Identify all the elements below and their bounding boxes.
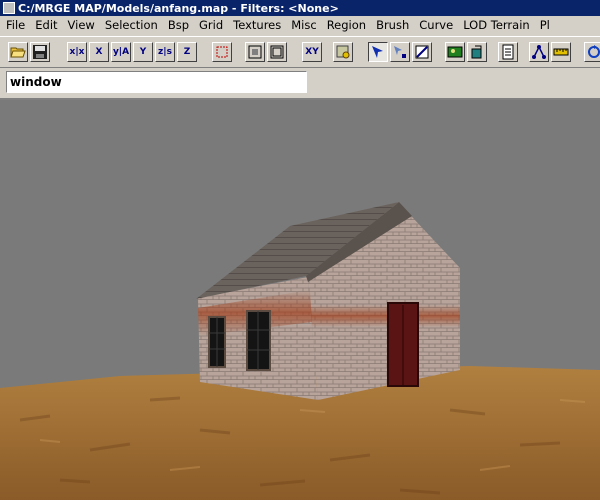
title-bar: C:/MRGE MAP/Models/anfang.map - Filters:… [0,0,600,16]
select-complete-tall-button[interactable] [212,42,232,62]
view-change-icon: XY [305,47,319,57]
flip-y-icon: y|A [112,47,130,57]
select-inside-icon [248,45,262,59]
menu-file[interactable]: File [0,16,30,35]
select-touching-icon [270,45,284,59]
camera-move-button[interactable] [368,42,388,62]
brick-stain-band [308,305,460,327]
save-disk-icon [33,45,47,59]
toolbar: x|x X y|A Y z|s Z XY [0,36,600,68]
menu-textures[interactable]: Textures [228,16,286,35]
menu-edit[interactable]: Edit [30,16,62,35]
clipper-icon [415,45,429,59]
rotate-y-icon: Y [139,47,147,57]
save-button[interactable] [30,42,50,62]
entity-name-bar [0,67,600,97]
menu-view[interactable]: View [63,16,100,35]
drag-vertices-icon [394,46,406,58]
rotate-x-icon: X [95,47,103,57]
menu-plugins[interactable]: Pl [535,16,555,35]
flip-x-button[interactable]: x|x [67,42,87,62]
clipper-button[interactable] [412,42,432,62]
entity-list-icon [502,44,514,60]
select-touching-button[interactable] [267,42,287,62]
rotate-x-button[interactable]: X [89,42,109,62]
flip-z-button[interactable]: z|s [155,42,175,62]
menu-bar: File Edit View Selection Bsp Grid Textur… [0,16,600,35]
cubic-clip-icon [471,45,482,59]
menu-lod-terrain[interactable]: LOD Terrain [458,16,535,35]
menu-misc[interactable]: Misc [286,16,321,35]
menu-selection[interactable]: Selection [100,16,163,35]
select-inside-button[interactable] [245,42,265,62]
refresh-icon [588,45,600,58]
texture-lock-icon [336,45,350,59]
menu-region[interactable]: Region [322,16,371,35]
camera-move-icon [372,46,383,58]
flip-y-button[interactable]: y|A [111,42,131,62]
texture-lock-button[interactable] [333,42,353,62]
refresh-button[interactable] [584,42,600,62]
flip-z-icon: z|s [158,47,172,57]
select-complete-tall-icon [216,46,228,58]
menu-curve[interactable]: Curve [414,16,458,35]
view-change-button[interactable]: XY [302,42,322,62]
menu-grid[interactable]: Grid [194,16,228,35]
open-button[interactable] [8,42,28,62]
patch-curve-button[interactable] [529,42,549,62]
drag-vertices-button[interactable] [390,42,410,62]
menu-brush[interactable]: Brush [371,16,414,35]
menu-bsp[interactable]: Bsp [163,16,194,35]
open-folder-icon [10,47,26,58]
texture-view-button[interactable] [445,42,465,62]
app-icon [3,2,15,14]
camera-viewport[interactable] [0,98,600,500]
rotate-z-icon: Z [183,47,191,57]
rotate-z-button[interactable]: Z [177,42,197,62]
rotate-y-button[interactable]: Y [133,42,153,62]
measure-ruler-icon [553,48,569,56]
texture-view-icon [447,46,463,58]
patch-curve-icon [532,45,546,59]
entity-name-input[interactable] [6,71,307,93]
measure-button[interactable] [551,42,571,62]
entity-list-button[interactable] [498,42,518,62]
flip-x-icon: x|x [69,47,85,57]
cubic-clip-button[interactable] [467,42,487,62]
viewport-scene [0,100,600,500]
window-title: C:/MRGE MAP/Models/anfang.map - Filters:… [18,1,339,15]
